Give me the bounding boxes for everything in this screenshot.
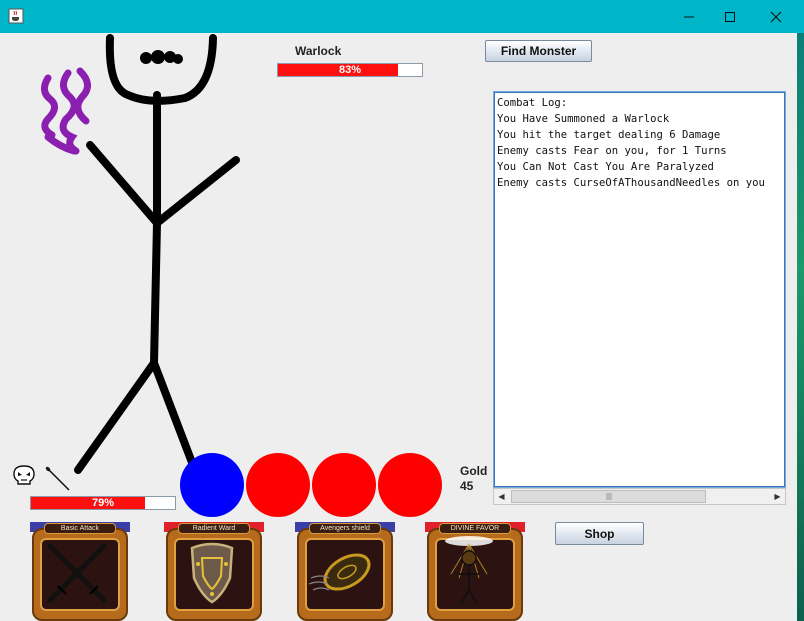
close-icon[interactable] <box>753 0 799 33</box>
mana-orb-2 <box>246 453 310 517</box>
desktop-background <box>797 33 804 621</box>
haloed-figure-icon <box>445 536 493 605</box>
skull-fear-icon <box>13 465 35 485</box>
mana-orb-1 <box>180 453 244 517</box>
combat-log-horizontal-scrollbar[interactable]: ◀ ▶ <box>493 488 786 505</box>
combat-log-text: Combat Log: You Have Summoned a Warlock Yo… <box>496 94 783 485</box>
combat-log-line: Enemy casts CurseOfAThousandNeedles on y… <box>497 177 765 189</box>
gold-value: 45 <box>460 479 474 493</box>
combat-log[interactable]: Combat Log: You Have Summoned a Warlock Yo… <box>493 91 786 488</box>
ability-divine-favor[interactable]: DIVINE FAVOR <box>425 522 525 621</box>
ability-label: Basic Attack <box>44 523 116 534</box>
minimize-icon[interactable] <box>666 0 712 33</box>
warlock-stick-figure <box>41 34 240 477</box>
ability-basic-attack[interactable]: Basic Attack <box>30 522 130 621</box>
combat-log-line: Enemy casts Fear on you, for 1 Turns <box>497 145 727 157</box>
ability-radient-ward[interactable]: Radient Ward <box>164 522 264 621</box>
crossed-swords-icon <box>47 543 107 603</box>
window-titlebar <box>0 0 804 33</box>
mana-orb-3 <box>312 453 376 517</box>
ability-label: Avengers shield <box>309 523 381 534</box>
shield-icon <box>190 542 234 604</box>
ability-avengers-shield[interactable]: Avengers shield <box>295 522 395 621</box>
enemy-hp-bar: 83% <box>277 63 423 77</box>
shop-button[interactable]: Shop <box>555 522 644 545</box>
scroll-thumb[interactable] <box>511 490 706 503</box>
scroll-right-arrow-icon[interactable]: ▶ <box>770 489 785 504</box>
player-hp-text: 79% <box>91 497 115 509</box>
scroll-left-arrow-icon[interactable]: ◀ <box>494 489 509 504</box>
combat-log-line: You Have Summoned a Warlock <box>497 113 670 125</box>
enemy-hp-text: 83% <box>338 64 362 76</box>
java-cup-icon <box>8 8 24 24</box>
enemy-name: Warlock <box>295 44 342 58</box>
combat-log-line: You Can Not Cast You Are Paralyzed <box>497 161 714 173</box>
game-window: Warlock 83% Find Monster Combat Log: You … <box>0 33 797 621</box>
player-hp-bar: 79% <box>30 496 176 510</box>
combat-log-line: You hit the target dealing 6 Damage <box>497 129 721 141</box>
ability-label: DIVINE FAVOR <box>439 523 511 534</box>
ability-label: Radient Ward <box>178 523 250 534</box>
maximize-icon[interactable] <box>707 0 753 33</box>
gold-label: Gold <box>460 464 488 478</box>
combat-log-line: Combat Log: <box>497 97 568 109</box>
needle-curse-icon <box>45 466 70 491</box>
find-monster-button[interactable]: Find Monster <box>485 40 592 62</box>
grip-icon <box>606 493 611 500</box>
mana-orb-4 <box>378 453 442 517</box>
spinning-shield-icon <box>308 553 371 591</box>
